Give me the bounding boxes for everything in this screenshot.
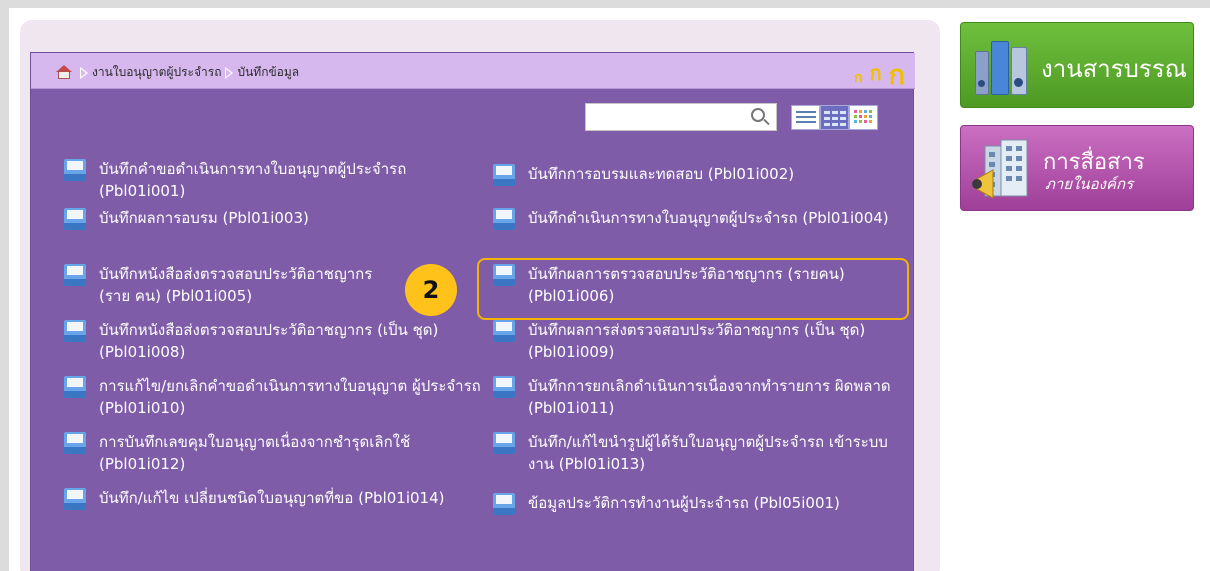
highlight-frame bbox=[477, 258, 909, 320]
menu-item-label[interactable]: บันทึกผลการอบรม (Pbl01i003) bbox=[99, 207, 309, 229]
grid-view-button[interactable] bbox=[849, 105, 878, 130]
panel-title-bar: งานใบอนุญาตผู้ประจำรถ บันทึกข้อมูล ก ก ก bbox=[31, 53, 915, 89]
building-megaphone-icon bbox=[972, 139, 1028, 199]
menu-item-label[interactable]: การแก้ไข/ยกเลิกคำขอดำเนินการทางใบอนุญาต … bbox=[99, 375, 484, 419]
breadcrumb-separator-icon bbox=[225, 66, 234, 79]
save-icon bbox=[493, 432, 515, 454]
breadcrumb: งานใบอนุญาตผู้ประจำรถ บันทึกข้อมูล bbox=[55, 63, 299, 82]
menu-item-label[interactable]: บันทึกผลการส่งตรวจสอบประวัติอาชญากร (เป็… bbox=[528, 319, 903, 363]
save-icon bbox=[64, 488, 86, 510]
communication-button-subtitle: ภายในองค์กร bbox=[1045, 175, 1134, 193]
top-border bbox=[0, 0, 1210, 8]
menu-item-pbl01i013[interactable]: บันทึก/แก้ไขนำรูปผู้ได้รับใบอนุญาตผู้ประ… bbox=[493, 431, 903, 475]
menu-item-pbl01i011[interactable]: บันทึกการยกเลิกดำเนินการเนื่องจากทำรายกา… bbox=[493, 375, 903, 419]
search-icon[interactable] bbox=[750, 107, 770, 127]
menu-item-label[interactable]: ข้อมูลประวัติการทำงานผู้ประจำรถ (Pbl05i0… bbox=[528, 492, 840, 514]
menu-item-label[interactable]: บันทึกหนังสือส่งตรวจสอบประวัติอาชญากร (ร… bbox=[99, 263, 394, 307]
font-size-medium-button[interactable]: ก bbox=[870, 57, 882, 89]
internal-communication-button[interactable]: การสื่อสาร ภายในองค์กร bbox=[960, 125, 1194, 211]
save-icon bbox=[64, 208, 86, 230]
menu-item-label[interactable]: การบันทึกเลขคุมใบอนุญาตเนื่องจากชำรุดเลิ… bbox=[99, 431, 484, 475]
menu-item-label[interactable]: บันทึก/แก้ไข เปลี่ยนชนิดใบอนุญาตที่ขอ (P… bbox=[99, 487, 444, 509]
save-icon bbox=[493, 320, 515, 342]
breadcrumb-item-record[interactable]: บันทึกข้อมูล bbox=[237, 63, 299, 82]
step-badge: 2 bbox=[405, 264, 457, 316]
save-icon bbox=[64, 432, 86, 454]
save-icon bbox=[493, 376, 515, 398]
menu-item-pbl01i014[interactable]: บันทึก/แก้ไข เปลี่ยนชนิดใบอนุญาตที่ขอ (P… bbox=[64, 487, 484, 510]
font-size-small-button[interactable]: ก bbox=[854, 67, 862, 89]
save-icon bbox=[64, 264, 86, 286]
breadcrumb-item-license[interactable]: งานใบอนุญาตผู้ประจำรถ bbox=[92, 63, 221, 82]
font-size-controls: ก ก ก bbox=[854, 57, 905, 89]
list-view-button[interactable] bbox=[791, 105, 820, 130]
save-icon bbox=[64, 159, 86, 181]
menu-item-label[interactable]: บันทึกหนังสือส่งตรวจสอบประวัติอาชญากร (เ… bbox=[99, 319, 484, 363]
search-input[interactable] bbox=[585, 103, 777, 131]
library-button-label: งานสารบรรณ bbox=[1041, 55, 1187, 83]
menu-item-pbl01i002[interactable]: บันทึกการอบรมและทดสอบ (Pbl01i002) bbox=[493, 163, 903, 186]
library-button[interactable]: งานสารบรรณ bbox=[960, 22, 1194, 108]
save-icon bbox=[493, 164, 515, 186]
breadcrumb-separator-icon bbox=[80, 66, 88, 79]
detail-view-button[interactable] bbox=[820, 105, 849, 130]
menu-item-pbl01i012[interactable]: การบันทึกเลขคุมใบอนุญาตเนื่องจากชำรุดเลิ… bbox=[64, 431, 484, 475]
menu-item-label[interactable]: บันทึกคำขอดำเนินการทางใบอนุญาตผู้ประจำรถ… bbox=[99, 158, 484, 202]
menu-item-label[interactable]: บันทึก/แก้ไขนำรูปผู้ได้รับใบอนุญาตผู้ประ… bbox=[528, 431, 903, 475]
menu-item-pbl01i010[interactable]: การแก้ไข/ยกเลิกคำขอดำเนินการทางใบอนุญาต … bbox=[64, 375, 484, 419]
home-icon[interactable] bbox=[55, 65, 73, 80]
menu-item-label[interactable]: บันทึกการยกเลิกดำเนินการเนื่องจากทำรายกา… bbox=[528, 375, 903, 419]
menu-item-label[interactable]: บันทึกการอบรมและทดสอบ (Pbl01i002) bbox=[528, 163, 794, 185]
font-size-large-button[interactable]: ก bbox=[889, 62, 905, 89]
save-icon bbox=[493, 493, 515, 515]
menu-item-pbl01i008[interactable]: บันทึกหนังสือส่งตรวจสอบประวัติอาชญากร (เ… bbox=[64, 319, 484, 363]
save-icon bbox=[64, 376, 86, 398]
menu-item-pbl01i001[interactable]: บันทึกคำขอดำเนินการทางใบอนุญาตผู้ประจำรถ… bbox=[64, 158, 484, 202]
menu-item-pbl05i001[interactable]: ข้อมูลประวัติการทำงานผู้ประจำรถ (Pbl05i0… bbox=[493, 492, 903, 515]
save-icon bbox=[493, 208, 515, 230]
menu-item-pbl01i009[interactable]: บันทึกผลการส่งตรวจสอบประวัติอาชญากร (เป็… bbox=[493, 319, 903, 363]
menu-item-pbl01i005[interactable]: บันทึกหนังสือส่งตรวจสอบประวัติอาชญากร (ร… bbox=[64, 263, 394, 307]
books-icon bbox=[973, 39, 1031, 95]
left-border bbox=[0, 8, 9, 571]
menu-item-label[interactable]: บันทึกดำเนินการทางใบอนุญาตผู้ประจำรถ (Pb… bbox=[528, 207, 889, 229]
save-icon bbox=[64, 320, 86, 342]
menu-item-pbl01i003[interactable]: บันทึกผลการอบรม (Pbl01i003) bbox=[64, 207, 484, 230]
menu-item-pbl01i004[interactable]: บันทึกดำเนินการทางใบอนุญาตผู้ประจำรถ (Pb… bbox=[493, 207, 903, 230]
